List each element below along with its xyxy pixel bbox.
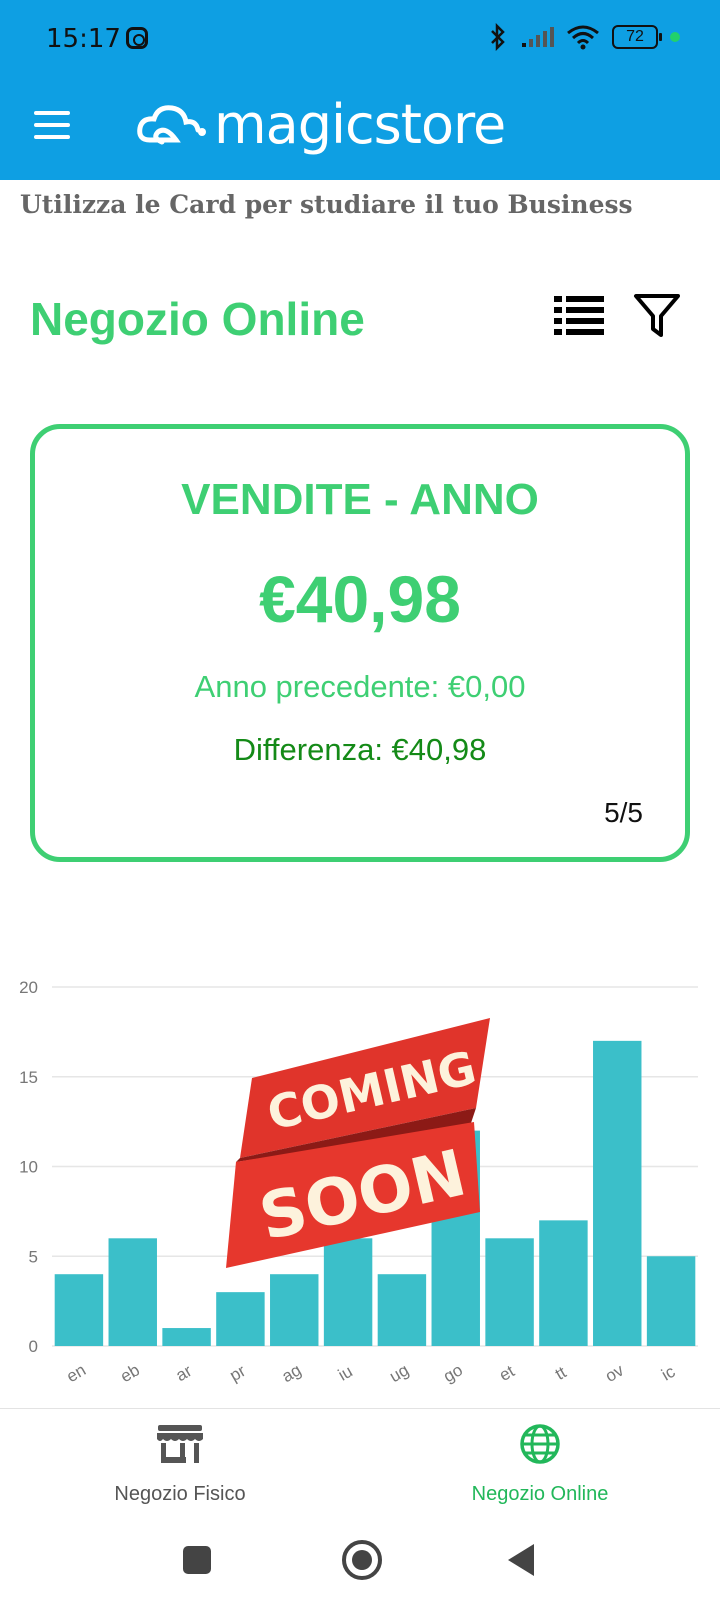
cloud-logo-icon (137, 105, 206, 145)
instagram-notification-icon (126, 27, 148, 49)
y-tick-label: 5 (29, 1247, 38, 1266)
wifi-icon (567, 25, 599, 50)
x-tick-label: ar (173, 1361, 196, 1385)
x-tick-label: tt (552, 1363, 570, 1384)
card-title: VENDITE - ANNO (181, 475, 539, 524)
back-button[interactable] (508, 1544, 534, 1576)
chart-bar[interactable] (108, 1238, 157, 1346)
recents-button[interactable] (183, 1546, 211, 1574)
bluetooth-icon (491, 23, 505, 51)
x-tick-label: et (496, 1361, 518, 1385)
kpi-card[interactable]: VENDITE - ANNO €40,98 Anno precedente: €… (30, 424, 690, 862)
globe-icon (520, 1424, 560, 1464)
x-tick-label: go (440, 1360, 466, 1386)
y-tick-label: 20 (19, 980, 38, 997)
x-tick-label: ag (279, 1360, 305, 1386)
chart-bar[interactable] (539, 1220, 588, 1346)
chart-bar[interactable] (593, 1040, 642, 1346)
card-pager: 5/5 (604, 797, 643, 828)
app-logo: magicstore (136, 92, 506, 156)
tab-negozio-fisico[interactable]: Negozio Fisico (0, 1409, 360, 1511)
signal-icon (522, 27, 554, 47)
chart-bar[interactable] (162, 1328, 211, 1346)
system-navigation-bar (0, 1510, 720, 1600)
chart-bar[interactable] (646, 1256, 696, 1346)
store-icon (157, 1425, 203, 1463)
tab-label: Negozio Fisico (114, 1483, 246, 1505)
chart-bar[interactable] (216, 1292, 265, 1346)
tab-label: Negozio Online (471, 1483, 609, 1505)
x-tick-label: en (63, 1360, 89, 1386)
chart-bar[interactable] (485, 1238, 534, 1346)
list-view-icon[interactable] (554, 296, 604, 336)
x-tick-label: eb (117, 1360, 143, 1386)
page-subtitle: Utilizza le Card per studiare il tuo Bus… (20, 190, 633, 219)
x-tick-label: pr (226, 1361, 249, 1385)
card-difference: Differenza: €40,98 (233, 732, 487, 767)
menu-icon[interactable] (34, 111, 70, 139)
y-tick-label: 15 (19, 1068, 38, 1087)
status-time: 15:17 (46, 24, 121, 54)
y-tick-label: 10 (19, 1158, 38, 1177)
status-icons: 72 (488, 22, 680, 52)
filter-icon[interactable] (633, 293, 681, 339)
status-bar: 15:17 72 (0, 0, 720, 80)
chart-bar[interactable] (323, 1238, 373, 1346)
battery-indicator: 72 (612, 25, 662, 49)
x-tick-label: ic (658, 1362, 679, 1385)
app-bar: magicstore (0, 80, 720, 180)
app-logo-text: magicstore (214, 92, 506, 156)
privacy-dot (670, 32, 680, 42)
tab-negozio-online[interactable]: Negozio Online (360, 1409, 720, 1511)
chart-bar[interactable] (270, 1274, 319, 1346)
chart-bar[interactable] (54, 1274, 104, 1346)
card-value: €40,98 (259, 562, 461, 636)
section-title: Negozio Online (30, 293, 365, 345)
bottom-navigation: Negozio Fisico Negozio Online (0, 1408, 720, 1510)
y-tick-label: 0 (29, 1337, 38, 1356)
x-tick-label: iu (335, 1362, 356, 1385)
x-tick-label: ug (386, 1360, 412, 1386)
chart-bar[interactable] (377, 1274, 427, 1346)
x-tick-label: ov (602, 1360, 627, 1386)
monthly-sales-chart: 05101520 en eb ar pr ag iu ug go et tt ov ic COMING… (19, 980, 698, 1386)
card-previous-year: Anno precedente: €0,00 (194, 669, 526, 704)
home-button[interactable] (342, 1540, 382, 1580)
